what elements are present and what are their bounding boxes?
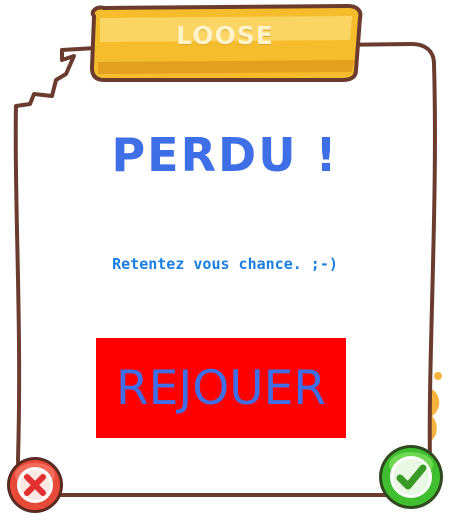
replay-button-label: REJOUER [116,360,326,416]
result-headline: PERDU ! [111,128,339,182]
cancel-button[interactable] [5,455,65,515]
retry-message: Retentez vous chance. ;-) [112,255,338,273]
checkmark-icon [379,445,443,509]
close-icon [7,457,63,513]
game-over-screen: LOOSE PERDU ! Retentez vous chance. ;-) … [0,0,450,520]
replay-button[interactable]: REJOUER [96,338,346,438]
banner-title: LOOSE [176,21,274,50]
confirm-button[interactable] [377,443,445,511]
